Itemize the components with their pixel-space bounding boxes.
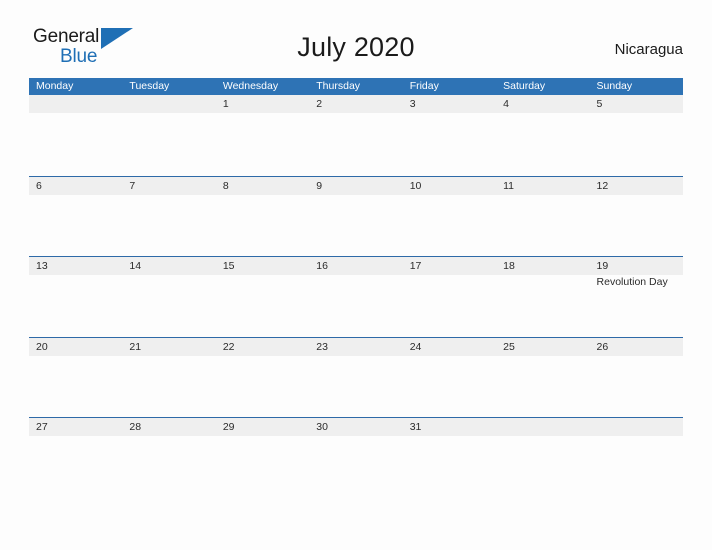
weekday-tuesday: Tuesday: [129, 80, 170, 92]
day-number: 14: [129, 260, 142, 272]
day-events: Revolution Day: [597, 275, 683, 289]
day-cell-8[interactable]: 8: [216, 177, 309, 257]
day-cell-20[interactable]: 20: [29, 338, 122, 418]
day-number: 15: [222, 260, 235, 272]
weekday-sunday: Sunday: [596, 80, 633, 92]
week-cells: 1 2 3 4 5: [29, 95, 683, 176]
day-cell-18[interactable]: 18: [496, 257, 589, 337]
day-cell-empty: [590, 418, 683, 498]
day-cell-empty: [496, 418, 589, 498]
day-cell-10[interactable]: 10: [403, 177, 496, 257]
day-number: 19: [596, 260, 609, 272]
week-cells: 13 14 15 16 17 18 19 Revolution Day: [29, 257, 683, 337]
day-cell-28[interactable]: 28: [122, 418, 215, 498]
day-number: 27: [36, 421, 48, 433]
day-cell-31[interactable]: 31: [403, 418, 496, 498]
holiday-label: Revolution Day: [596, 276, 668, 288]
calendar-grid: Monday Tuesday Wednesday Thursday Friday…: [29, 78, 683, 498]
day-number: 23: [316, 340, 328, 353]
day-cell-7[interactable]: 7: [122, 177, 215, 257]
day-number: [36, 95, 122, 113]
week-cells: 27 28 29 30 31: [29, 418, 683, 498]
day-cell-2[interactable]: 2: [309, 95, 402, 176]
day-number: [129, 95, 215, 113]
day-number: 3: [409, 98, 416, 110]
weekday-friday: Friday: [409, 80, 439, 92]
day-cell-12[interactable]: 12: [590, 177, 683, 257]
day-cell-5[interactable]: 5: [590, 95, 683, 176]
calendar-page: General Blue July 2020 Nicaragua Monday …: [0, 0, 712, 550]
day-cell-17[interactable]: 17: [403, 257, 496, 337]
calendar-week-row: 1 2 3 4 5: [29, 95, 683, 176]
day-number: 26: [596, 340, 609, 353]
week-cells: 6 7 8 9 10 11 12: [29, 177, 683, 257]
day-cell-3[interactable]: 3: [403, 95, 496, 176]
day-number: 11: [503, 179, 515, 192]
day-number: 8: [222, 179, 229, 192]
calendar-week-row: 27 28 29 30 31: [29, 417, 683, 498]
day-cell-30[interactable]: 30: [309, 418, 402, 498]
calendar-week-row: 20 21 22 23 24 25 26: [29, 336, 683, 418]
day-number: 22: [222, 340, 235, 353]
day-number: 18: [503, 260, 515, 272]
day-cell-9[interactable]: 9: [309, 177, 402, 257]
day-number: 6: [36, 179, 42, 192]
day-cell-16[interactable]: 16: [309, 257, 402, 337]
weekday-saturday: Saturday: [503, 80, 546, 92]
day-cell-24[interactable]: 24: [403, 338, 496, 418]
day-cell-19[interactable]: 19 Revolution Day: [590, 257, 683, 337]
day-cell-22[interactable]: 22: [216, 338, 309, 418]
day-number: 16: [316, 260, 328, 272]
weekday-thursday: Thursday: [316, 80, 361, 92]
day-cell-15[interactable]: 15: [216, 257, 309, 337]
day-number: 31: [409, 421, 422, 433]
page-title: July 2020: [297, 32, 415, 62]
day-number: 9: [316, 179, 323, 192]
day-number: 5: [596, 98, 603, 110]
day-cell-26[interactable]: 26: [590, 338, 683, 418]
day-cell-29[interactable]: 29: [216, 418, 309, 498]
day-number: 25: [503, 340, 515, 353]
day-number: 13: [36, 260, 48, 272]
region-label: Nicaragua: [614, 41, 683, 58]
calendar-weeks: 1 2 3 4 5 6 7 8 9 10 11 12 13 14 15 16 17 18 19 Revolution …: [29, 95, 683, 498]
day-number: 29: [222, 421, 235, 433]
day-cell-21[interactable]: 21: [122, 338, 215, 418]
day-number: 10: [409, 179, 422, 192]
day-number: 2: [316, 98, 323, 110]
day-cell-4[interactable]: 4: [496, 95, 589, 176]
day-cell-13[interactable]: 13: [29, 257, 122, 337]
day-cell-25[interactable]: 25: [496, 338, 589, 418]
day-cell-empty: [122, 95, 215, 176]
weekday-monday: Monday: [36, 80, 74, 92]
page-header: General Blue July 2020 Nicaragua: [0, 0, 712, 78]
day-number: 17: [409, 260, 422, 272]
calendar-week-row: 13 14 15 16 17 18 19 Revolution Day: [29, 256, 683, 337]
day-number: 30: [316, 421, 328, 433]
calendar-week-row: 6 7 8 9 10 11 12: [29, 175, 683, 257]
day-number: 24: [409, 340, 422, 353]
day-number: 7: [129, 179, 136, 192]
day-number: 1: [222, 98, 229, 110]
day-cell-23[interactable]: 23: [309, 338, 402, 418]
day-number: 21: [129, 340, 142, 353]
day-number: 4: [503, 98, 509, 110]
day-cell-1[interactable]: 1: [216, 95, 309, 176]
day-cell-empty: [29, 95, 122, 176]
week-cells: 20 21 22 23 24 25 26: [29, 338, 683, 418]
day-number: 28: [129, 421, 142, 433]
day-number: 20: [36, 340, 48, 353]
weekday-wednesday: Wednesday: [222, 80, 279, 92]
day-cell-14[interactable]: 14: [122, 257, 215, 337]
day-cell-27[interactable]: 27: [29, 418, 122, 498]
day-number: [503, 418, 589, 436]
day-number: [597, 418, 683, 436]
weekday-header-row: Monday Tuesday Wednesday Thursday Friday…: [29, 78, 683, 95]
day-cell-11[interactable]: 11: [496, 177, 589, 257]
day-number: 12: [596, 179, 609, 192]
day-cell-6[interactable]: 6: [29, 177, 122, 257]
